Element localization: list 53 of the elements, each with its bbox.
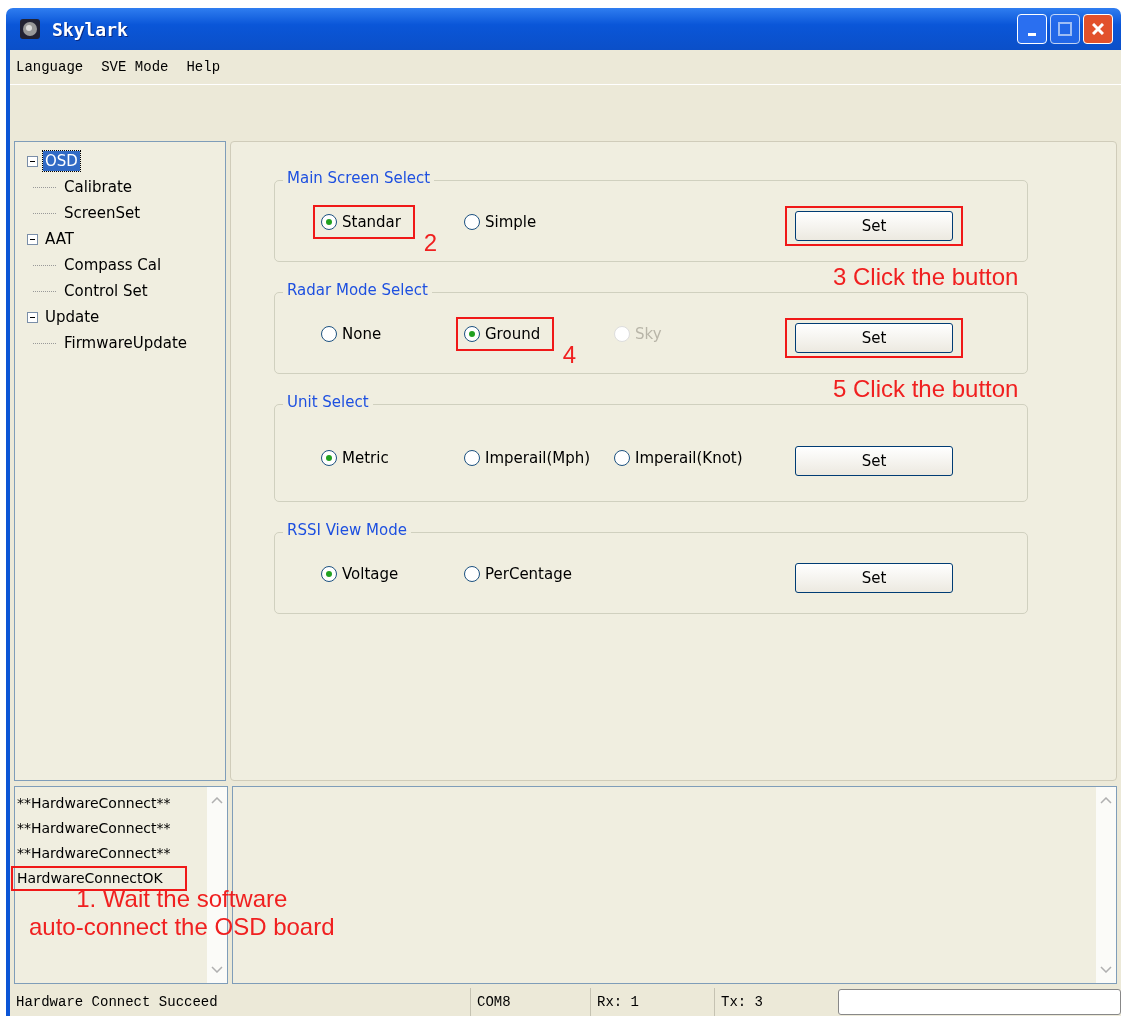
tree-item[interactable]: AAT: [43, 229, 76, 249]
radio-option[interactable]: Imperail(Mph): [456, 441, 605, 475]
status-text: COM8: [470, 988, 590, 1016]
menu-item[interactable]: SVE Mode: [101, 59, 169, 75]
radio-button[interactable]: [321, 326, 337, 342]
set-button[interactable]: Set: [795, 446, 953, 476]
collapse-icon[interactable]: [27, 311, 38, 323]
radio-option[interactable]: Metric: [313, 441, 403, 475]
tree-item[interactable]: ScreenSet: [62, 203, 143, 223]
tree-item[interactable]: Compass Cal: [62, 255, 164, 275]
radio-button[interactable]: [321, 214, 337, 230]
radio-button[interactable]: [464, 326, 480, 342]
app-icon: [20, 19, 40, 39]
set-button[interactable]: Set: [795, 211, 953, 241]
status-field[interactable]: [838, 989, 1121, 1015]
log-line: **HardwareConnect**: [16, 794, 172, 813]
minimize-icon: [1028, 32, 1036, 36]
radio-option[interactable]: Simple: [456, 205, 551, 239]
radio-option[interactable]: Voltage: [313, 557, 413, 591]
radio-button[interactable]: [614, 450, 630, 466]
minimize-button[interactable]: [1017, 14, 1047, 44]
menu-item[interactable]: Help: [186, 59, 221, 75]
tree-item[interactable]: OSD: [43, 151, 80, 171]
radio-button[interactable]: [321, 566, 337, 582]
set-button[interactable]: Set: [795, 563, 953, 593]
radio-button[interactable]: [464, 214, 480, 230]
log-line: **HardwareConnect**: [16, 819, 172, 838]
radio-button[interactable]: [321, 450, 337, 466]
close-button[interactable]: [1083, 14, 1113, 44]
radio-button[interactable]: [464, 450, 480, 466]
radio-button[interactable]: [464, 566, 480, 582]
radio-option[interactable]: None: [313, 317, 396, 351]
maximize-button[interactable]: [1050, 14, 1080, 44]
radio-option[interactable]: PerCentage: [456, 557, 586, 591]
menu-item[interactable]: Language: [16, 59, 84, 75]
step-number: 4: [562, 341, 577, 369]
status-text: Rx: 1: [590, 988, 714, 1016]
log-line: **HardwareConnect**: [16, 844, 172, 863]
tree-item[interactable]: Control Set: [62, 281, 150, 301]
set-button[interactable]: Set: [795, 323, 953, 353]
annotation-text: 3 Click the button: [833, 263, 1019, 291]
step-number: 2: [423, 229, 437, 257]
tree-item[interactable]: Calibrate: [62, 177, 134, 197]
radio-option[interactable]: Imperail(Knot): [606, 441, 757, 475]
annotation-text: 5 Click the button: [833, 375, 1019, 403]
tree-item[interactable]: Update: [43, 307, 102, 327]
tree-item[interactable]: FirmwareUpdate: [62, 333, 190, 353]
window-title: Skylark: [52, 18, 129, 40]
collapse-icon[interactable]: [27, 233, 38, 245]
maximize-icon: [1058, 22, 1072, 36]
close-icon: [1092, 23, 1104, 35]
status-text: Hardware Connect Succeed: [15, 993, 219, 1012]
collapse-icon[interactable]: [27, 155, 38, 167]
